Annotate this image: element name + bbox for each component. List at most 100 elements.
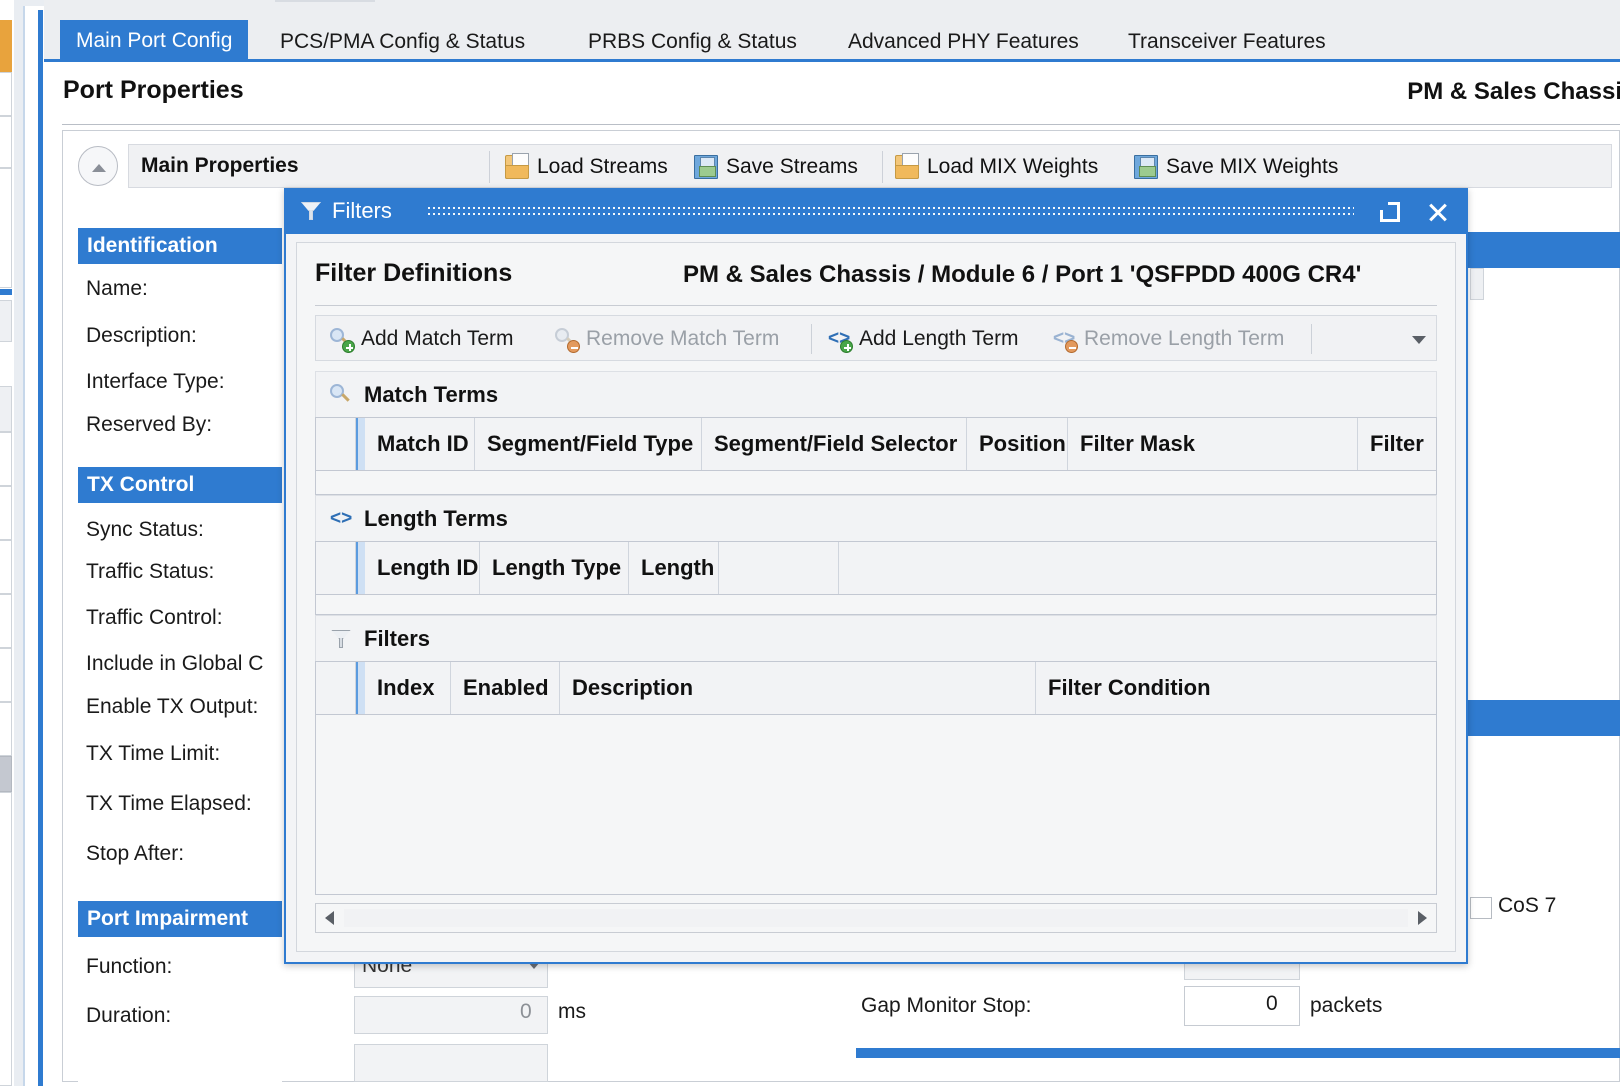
column-segment-field-type[interactable]: Segment/Field Type	[475, 418, 702, 470]
label-stop-after: Stop After:	[86, 842, 185, 865]
left-sliver-cell	[0, 116, 12, 168]
column-spare-1[interactable]	[719, 542, 839, 594]
left-sliver-cell	[0, 702, 12, 756]
page-title-right: PM & Sales Chassi	[1407, 78, 1620, 105]
impairment-extra-input[interactable]	[354, 1044, 548, 1082]
save-mix-weights-label: Save MIX Weights	[1166, 155, 1339, 178]
left-sliver-orange	[0, 20, 12, 72]
magnifier-add-icon	[330, 328, 355, 353]
filter-definitions-heading: Filter Definitions	[315, 259, 513, 287]
maximize-icon	[1380, 202, 1400, 222]
left-sliver-cell	[0, 594, 12, 648]
section-header-tx-control: TX Control	[78, 467, 282, 503]
column-enabled[interactable]: Enabled	[451, 662, 560, 714]
toolbar-separator	[489, 151, 490, 183]
title-divider	[62, 124, 1620, 125]
match-terms-title: Match Terms	[364, 381, 499, 407]
section-header-band-right	[1468, 700, 1620, 736]
match-terms-section: Match Terms	[315, 371, 1437, 417]
load-mix-weights-label: Load MIX Weights	[927, 155, 1099, 178]
vertical-scrollbar-thumb[interactable]	[1470, 268, 1484, 300]
add-length-term-button[interactable]: <> Add Length Term	[824, 322, 1023, 356]
length-terms-title: Length Terms	[364, 505, 508, 531]
section-header-port-impairment: Port Impairment	[78, 901, 282, 937]
add-match-term-label: Add Match Term	[361, 327, 514, 350]
label-name: Name:	[86, 277, 148, 300]
label-interface-type: Interface Type:	[86, 370, 225, 393]
match-terms-header-row: Match ID Segment/Field Type Segment/Fiel…	[315, 417, 1437, 471]
scrollbar-track[interactable]	[344, 909, 1408, 927]
remove-length-term-button[interactable]: <> Remove Length Term	[1049, 322, 1288, 356]
tab-prbs-config-status[interactable]: PRBS Config & Status	[572, 22, 813, 62]
command-separator	[1311, 324, 1312, 354]
close-button[interactable]	[1416, 190, 1462, 234]
angle-brackets-remove-icon: <>	[1053, 328, 1078, 353]
duration-input[interactable]	[354, 996, 548, 1034]
floppy-disk-icon	[1134, 155, 1158, 179]
column-description[interactable]: Description	[560, 662, 1036, 714]
filters-horizontal-scrollbar[interactable]	[315, 903, 1437, 933]
column-filter-condition[interactable]: Filter Condition	[1036, 662, 1436, 714]
filters-dialog: Filters Filter Definitions PM & Sales Ch…	[284, 188, 1468, 964]
tab-advanced-phy-features[interactable]: Advanced PHY Features	[832, 22, 1095, 62]
column-length-id[interactable]: Length ID	[365, 542, 480, 594]
maximize-button[interactable]	[1368, 190, 1414, 234]
save-mix-weights-button[interactable]: Save MIX Weights	[1134, 152, 1338, 182]
save-streams-button[interactable]: Save Streams	[694, 152, 858, 182]
column-accent	[356, 542, 365, 594]
duration-value: 0	[520, 1000, 532, 1023]
column-accent	[356, 662, 365, 714]
collapse-expander-button[interactable]	[78, 146, 118, 186]
remove-match-term-button[interactable]: Remove Match Term	[551, 322, 783, 356]
folder-open-icon	[505, 153, 529, 179]
filters-grid	[315, 715, 1437, 895]
angle-brackets-add-icon: <>	[828, 328, 853, 353]
row-gutter	[316, 662, 356, 714]
tab-pcs-pma-config-status[interactable]: PCS/PMA Config & Status	[264, 22, 541, 62]
tab-main-port-config[interactable]: Main Port Config	[60, 20, 249, 62]
left-sliver-cell	[0, 540, 12, 594]
cos7-checkbox[interactable]	[1470, 897, 1492, 919]
main-properties-label: Main Properties	[141, 154, 299, 177]
arrow-left-icon[interactable]	[316, 904, 344, 932]
column-filter[interactable]: Filter	[1358, 418, 1436, 470]
add-match-term-button[interactable]: Add Match Term	[326, 322, 518, 356]
magnifier-icon	[330, 383, 352, 406]
app-root: Main Port Config PCS/PMA Config & Status…	[0, 0, 1620, 1086]
folder-open-icon	[895, 153, 919, 179]
load-mix-weights-button[interactable]: Load MIX Weights	[895, 152, 1098, 182]
floppy-disk-icon	[694, 155, 718, 179]
filters-dialog-title: Filters	[332, 198, 392, 223]
column-accent	[356, 418, 365, 470]
column-length[interactable]: Length	[629, 542, 719, 594]
match-terms-grid	[315, 471, 1437, 495]
column-match-id[interactable]: Match ID	[365, 418, 475, 470]
filters-dialog-titlebar[interactable]: Filters	[286, 190, 1466, 234]
label-tx-time-elapsed: TX Time Elapsed:	[86, 792, 252, 815]
arrow-right-icon[interactable]	[1408, 904, 1436, 932]
remove-match-term-label: Remove Match Term	[586, 327, 780, 350]
column-length-type[interactable]: Length Type	[480, 542, 629, 594]
page-title: Port Properties	[63, 76, 244, 104]
left-sliver-cell	[0, 792, 12, 1086]
load-streams-label: Load Streams	[537, 155, 668, 178]
column-filter-mask[interactable]: Filter Mask	[1068, 418, 1358, 470]
section-header-band	[856, 1048, 1620, 1058]
label-sync-status: Sync Status:	[86, 518, 204, 541]
left-sliver-selected-row[interactable]	[0, 756, 12, 792]
filters-header-row: Index Enabled Description Filter Conditi…	[315, 661, 1437, 715]
column-segment-field-selector[interactable]: Segment/Field Selector	[702, 418, 967, 470]
gap-monitor-stop-input[interactable]	[1184, 986, 1300, 1026]
filters-title: Filters	[364, 625, 431, 651]
column-position[interactable]: Position	[967, 418, 1068, 470]
tab-transceiver-features[interactable]: Transceiver Features	[1112, 22, 1342, 62]
column-index[interactable]: Index	[365, 662, 451, 714]
chevron-down-icon[interactable]	[1404, 324, 1434, 354]
left-sliver-toolbutton[interactable]	[0, 300, 12, 342]
left-sliver-cell	[0, 386, 12, 432]
add-length-term-label: Add Length Term	[859, 327, 1019, 350]
column-spare-2[interactable]	[839, 542, 1436, 594]
label-description: Description:	[86, 324, 197, 347]
filters-dialog-body: Filter Definitions PM & Sales Chassis / …	[296, 242, 1456, 952]
load-streams-button[interactable]: Load Streams	[505, 152, 668, 182]
